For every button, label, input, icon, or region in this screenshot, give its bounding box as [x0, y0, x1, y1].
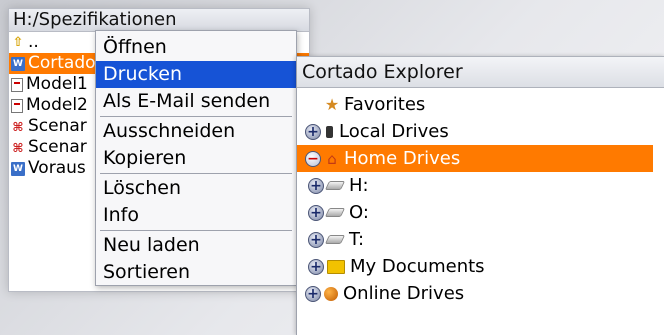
tree-node-local-drives[interactable]: + Local Drives	[297, 118, 664, 145]
phone-icon	[326, 125, 333, 138]
file-name: ..	[28, 32, 39, 52]
menu-item-open[interactable]: Öffnen	[96, 34, 296, 61]
file-name: Scenar	[28, 116, 87, 136]
tree-node-label: Local Drives	[339, 121, 449, 142]
tree-node-favorites[interactable]: ★ Favorites	[297, 91, 664, 118]
file-name: Model2	[26, 95, 88, 115]
expand-icon[interactable]: +	[308, 177, 324, 194]
drive-icon	[324, 181, 346, 190]
folder-icon	[327, 259, 345, 274]
tree-node-label: O:	[349, 202, 369, 223]
menu-separator	[100, 116, 292, 117]
menu-separator	[100, 230, 292, 231]
expand-icon[interactable]: +	[308, 204, 324, 221]
star-icon: ★	[324, 94, 340, 114]
menu-item-delete[interactable]: Löschen	[96, 175, 296, 202]
tree-node-online-drives[interactable]: + Online Drives	[297, 280, 664, 307]
menu-item-print[interactable]: Drucken	[96, 61, 296, 88]
pdf-icon: ⌘	[12, 140, 24, 155]
tree-node-label: My Documents	[350, 256, 485, 277]
globe-icon	[324, 286, 338, 301]
file-name: Model1	[26, 74, 88, 94]
tree-node-label: Favorites	[344, 94, 426, 115]
drive-icon	[324, 235, 346, 244]
expand-icon[interactable]: +	[308, 258, 324, 275]
menu-item-cut[interactable]: Ausschneiden	[96, 118, 296, 145]
context-menu: Öffnen Drucken Als E-Mail senden Ausschn…	[95, 30, 297, 286]
file-list-title: H:/Spezifikationen	[9, 9, 309, 32]
menu-item-reload[interactable]: Neu laden	[96, 232, 296, 259]
explorer-submenu: Cortado Explorer ★ Favorites + Local Dri…	[296, 56, 664, 335]
tree-node-label: H:	[349, 175, 369, 196]
tree-node-home-drives[interactable]: − ⌂ Home Drives	[297, 145, 653, 172]
file-name: Scenar	[28, 137, 87, 157]
file-name: Cortado	[28, 53, 96, 73]
document-icon	[11, 98, 23, 113]
tree-node-my-documents[interactable]: + My Documents	[297, 253, 664, 280]
explorer-title: Cortado Explorer	[297, 56, 664, 88]
tree-node-o-drive[interactable]: + O:	[297, 199, 664, 226]
home-icon: ⌂	[327, 149, 337, 168]
menu-item-send-email[interactable]: Als E-Mail senden	[96, 88, 296, 115]
expand-icon[interactable]: +	[305, 285, 321, 302]
word-doc-icon: W	[11, 161, 25, 176]
menu-item-info[interactable]: Info	[96, 202, 296, 229]
folder-up-icon: ⇧	[12, 34, 24, 50]
drive-icon	[324, 208, 346, 217]
menu-item-sort[interactable]: Sortieren	[96, 259, 296, 286]
tree-node-label: T:	[349, 229, 365, 250]
expand-icon[interactable]: +	[308, 231, 324, 248]
tree-node-label: Online Drives	[343, 283, 465, 304]
expand-icon[interactable]: +	[305, 123, 321, 140]
tree-node-label: Home Drives	[344, 148, 461, 169]
explorer-tree: ★ Favorites + Local Drives − ⌂ Home Driv…	[297, 88, 664, 307]
document-icon	[11, 77, 23, 92]
pdf-icon: ⌘	[12, 119, 24, 134]
word-doc-icon: W	[11, 56, 25, 71]
tree-node-h-drive[interactable]: + H:	[297, 172, 664, 199]
menu-separator	[100, 173, 292, 174]
menu-item-copy[interactable]: Kopieren	[96, 145, 296, 172]
collapse-icon[interactable]: −	[305, 150, 321, 167]
file-name: Voraus	[28, 158, 86, 178]
tree-node-t-drive[interactable]: + T:	[297, 226, 664, 253]
